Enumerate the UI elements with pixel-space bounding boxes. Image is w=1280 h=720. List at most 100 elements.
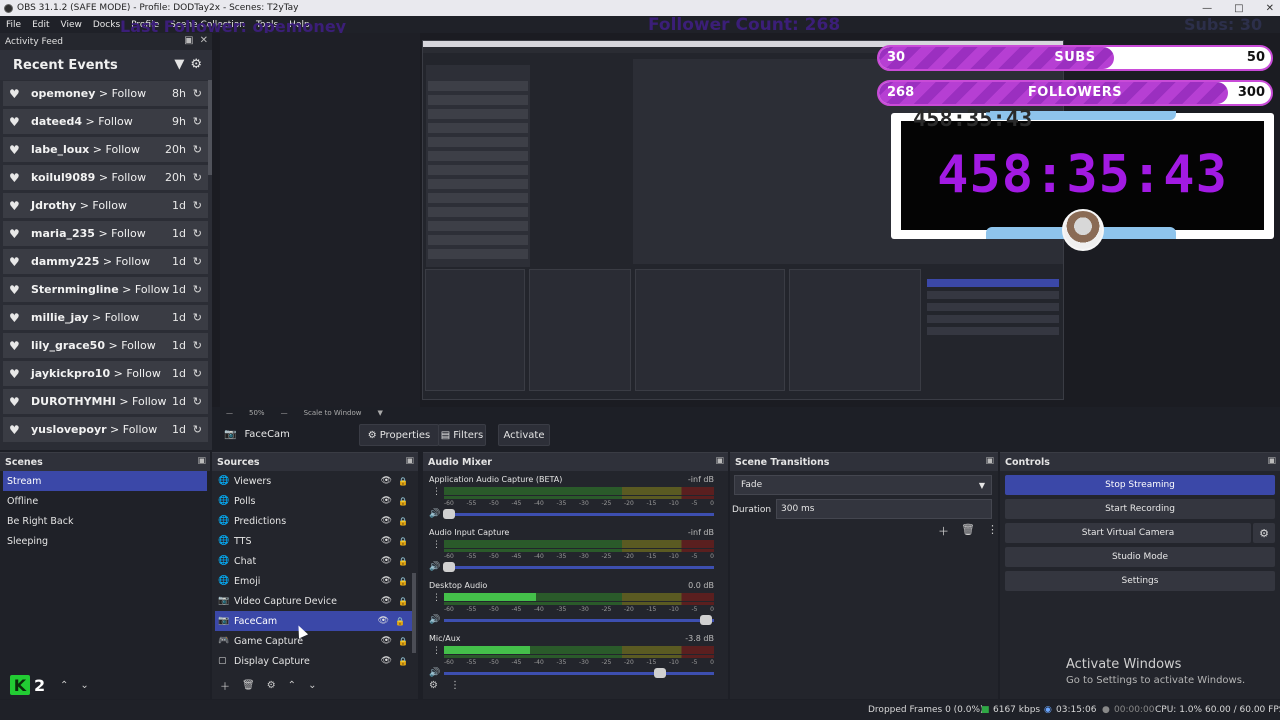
undock-icon[interactable]: ▣	[1267, 456, 1276, 466]
replay-icon[interactable]: ↻	[193, 143, 202, 156]
scene-item-stream[interactable]: Stream	[3, 471, 207, 491]
scene-item-sleeping[interactable]: Sleeping	[0, 531, 210, 551]
eye-icon[interactable]: 👁	[381, 536, 392, 546]
event-item[interactable]: ♥ labe_loux > Follow 20h ↻	[3, 137, 208, 162]
undock-icon[interactable]: ▣	[405, 456, 414, 466]
eye-icon[interactable]: 👁	[381, 496, 392, 506]
eye-icon[interactable]: 👁	[381, 576, 392, 586]
event-item[interactable]: ♥ dateed4 > Follow 9h ↻	[3, 109, 208, 134]
source-item-tts[interactable]: 🌐 TTS 👁 🔒	[212, 531, 418, 551]
source-item-emoji[interactable]: 🌐 Emoji 👁 🔒	[212, 571, 418, 591]
move-up-icon[interactable]: ⌃	[288, 680, 296, 691]
replay-icon[interactable]: ↻	[193, 171, 202, 184]
replay-icon[interactable]: ↻	[193, 395, 202, 408]
event-item[interactable]: ♥ DUROTHYMHI > Follow 1d ↻	[3, 389, 208, 414]
event-item[interactable]: ♥ yuslovepoyr > Follow 1d ↻	[3, 417, 208, 442]
source-item-facecam[interactable]: 📷 FaceCam 👁 🔒	[215, 611, 415, 631]
replay-icon[interactable]: ↻	[193, 367, 202, 380]
event-item[interactable]: ♥ millie_jay > Follow 1d ↻	[3, 305, 208, 330]
add-transition-icon[interactable]: ＋	[938, 523, 949, 539]
source-item-predictions[interactable]: 🌐 Predictions 👁 🔒	[212, 511, 418, 531]
undock-icon[interactable]: ▣	[715, 456, 724, 466]
remove-transition-icon[interactable]: 🗑	[961, 523, 975, 539]
scene-item-offline[interactable]: Offline	[0, 491, 210, 511]
studio-mode-button[interactable]: Studio Mode	[1005, 547, 1275, 567]
scene-item-be-right-back[interactable]: Be Right Back	[0, 511, 210, 531]
move-down-icon[interactable]: ⌄	[80, 680, 88, 691]
properties-button[interactable]: ⚙ Properties	[359, 424, 439, 446]
volume-knob[interactable]	[443, 509, 456, 519]
eye-icon[interactable]: 👁	[381, 476, 392, 486]
source-item-display-capture[interactable]: ▢ Display Capture 👁 🔒	[212, 651, 418, 671]
filters-button[interactable]: ▤ Filters	[438, 424, 486, 446]
lock-icon[interactable]: 🔒	[398, 557, 408, 566]
event-item[interactable]: ♥ jaykickpro10 > Follow 1d ↻	[3, 361, 208, 386]
replay-icon[interactable]: ↻	[193, 311, 202, 324]
source-item-game-capture[interactable]: 🎮 Game Capture 👁 🔒	[212, 631, 418, 651]
minimize-icon[interactable]: —	[1202, 3, 1212, 14]
close-dock-icon[interactable]: ✕	[200, 35, 208, 46]
lock-icon[interactable]: 🔒	[398, 597, 408, 606]
lock-icon[interactable]: 🔒	[398, 537, 408, 546]
channel-menu-icon[interactable]: ⋮	[432, 540, 441, 550]
event-item[interactable]: ♥ Sternmingline > Follow 1d ↻	[3, 277, 208, 302]
eye-icon[interactable]: 👁	[378, 616, 389, 626]
move-down-icon[interactable]: ⌄	[308, 680, 316, 691]
menu-docks[interactable]: Docks	[93, 20, 120, 30]
mixer-menu-icon[interactable]: ⋮	[450, 680, 460, 691]
transition-select[interactable]: Fade ▼	[734, 475, 992, 495]
start-virtual-camera-button[interactable]: Start Virtual Camera	[1005, 523, 1251, 543]
add-source-icon[interactable]: ＋	[220, 678, 230, 693]
source-item-polls[interactable]: 🌐 Polls 👁 🔒	[212, 491, 418, 511]
stop-streaming-button[interactable]: Stop Streaming	[1005, 475, 1275, 495]
source-settings-icon[interactable]: ⚙	[267, 680, 276, 691]
undock-icon[interactable]: ▣	[184, 35, 193, 46]
transition-menu-icon[interactable]: ⋮	[987, 523, 998, 539]
lock-icon[interactable]: 🔒	[398, 637, 408, 646]
replay-icon[interactable]: ↻	[193, 255, 202, 268]
scale-mode[interactable]: Scale to Window	[304, 409, 362, 417]
source-item-viewers[interactable]: 🌐 Viewers 👁 🔒	[212, 471, 418, 491]
eye-icon[interactable]: 👁	[381, 556, 392, 566]
replay-icon[interactable]: ↻	[193, 87, 202, 100]
scale-dropdown-icon[interactable]: ▼	[377, 409, 382, 417]
eye-icon[interactable]: 👁	[381, 656, 392, 666]
event-item[interactable]: ♥ koilul9089 > Follow 20h ↻	[3, 165, 208, 190]
replay-icon[interactable]: ↻	[193, 339, 202, 352]
undock-icon[interactable]: ▣	[985, 456, 994, 466]
start-recording-button[interactable]: Start Recording	[1005, 499, 1275, 519]
move-up-icon[interactable]: ⌃	[60, 680, 68, 691]
advanced-audio-icon[interactable]: ⚙	[429, 680, 438, 691]
speaker-icon[interactable]: 🔊	[429, 562, 440, 572]
undock-icon[interactable]: ▣	[197, 456, 206, 466]
eye-icon[interactable]: 👁	[381, 636, 392, 646]
menu-file[interactable]: File	[6, 20, 21, 30]
remove-source-icon[interactable]: 🗑	[242, 680, 255, 691]
lock-icon[interactable]: 🔒	[398, 657, 408, 666]
replay-icon[interactable]: ↻	[193, 115, 202, 128]
replay-icon[interactable]: ↻	[193, 227, 202, 240]
source-item-chat[interactable]: 🌐 Chat 👁 🔒	[212, 551, 418, 571]
maximize-icon[interactable]: □	[1234, 3, 1243, 14]
close-icon[interactable]: ✕	[1266, 3, 1274, 14]
duration-input[interactable]: 300 ms	[776, 499, 992, 519]
event-item[interactable]: ♥ opemoney > Follow 8h ↻	[3, 81, 208, 106]
event-item[interactable]: ♥ lily_grace50 > Follow 1d ↻	[3, 333, 208, 358]
channel-menu-icon[interactable]: ⋮	[432, 487, 441, 497]
eye-icon[interactable]: 👁	[381, 596, 392, 606]
volume-knob[interactable]	[699, 615, 712, 625]
volume-knob[interactable]	[443, 562, 456, 572]
activate-button[interactable]: Activate	[498, 424, 550, 446]
filter-icon[interactable]: ▼	[174, 57, 184, 72]
menu-edit[interactable]: Edit	[32, 20, 49, 30]
gear-icon[interactable]: ⚙	[190, 57, 202, 72]
volume-slider[interactable]	[443, 562, 714, 572]
volume-slider[interactable]	[444, 615, 714, 625]
source-item-video-capture-device[interactable]: 📷 Video Capture Device 👁 🔒	[212, 591, 418, 611]
replay-icon[interactable]: ↻	[193, 423, 202, 436]
virtual-camera-settings-icon[interactable]: ⚙	[1253, 523, 1275, 543]
channel-menu-icon[interactable]: ⋮	[432, 646, 441, 656]
event-item[interactable]: ♥ Jdrothy > Follow 1d ↻	[3, 193, 208, 218]
eye-icon[interactable]: 👁	[381, 516, 392, 526]
menu-view[interactable]: View	[61, 20, 82, 30]
